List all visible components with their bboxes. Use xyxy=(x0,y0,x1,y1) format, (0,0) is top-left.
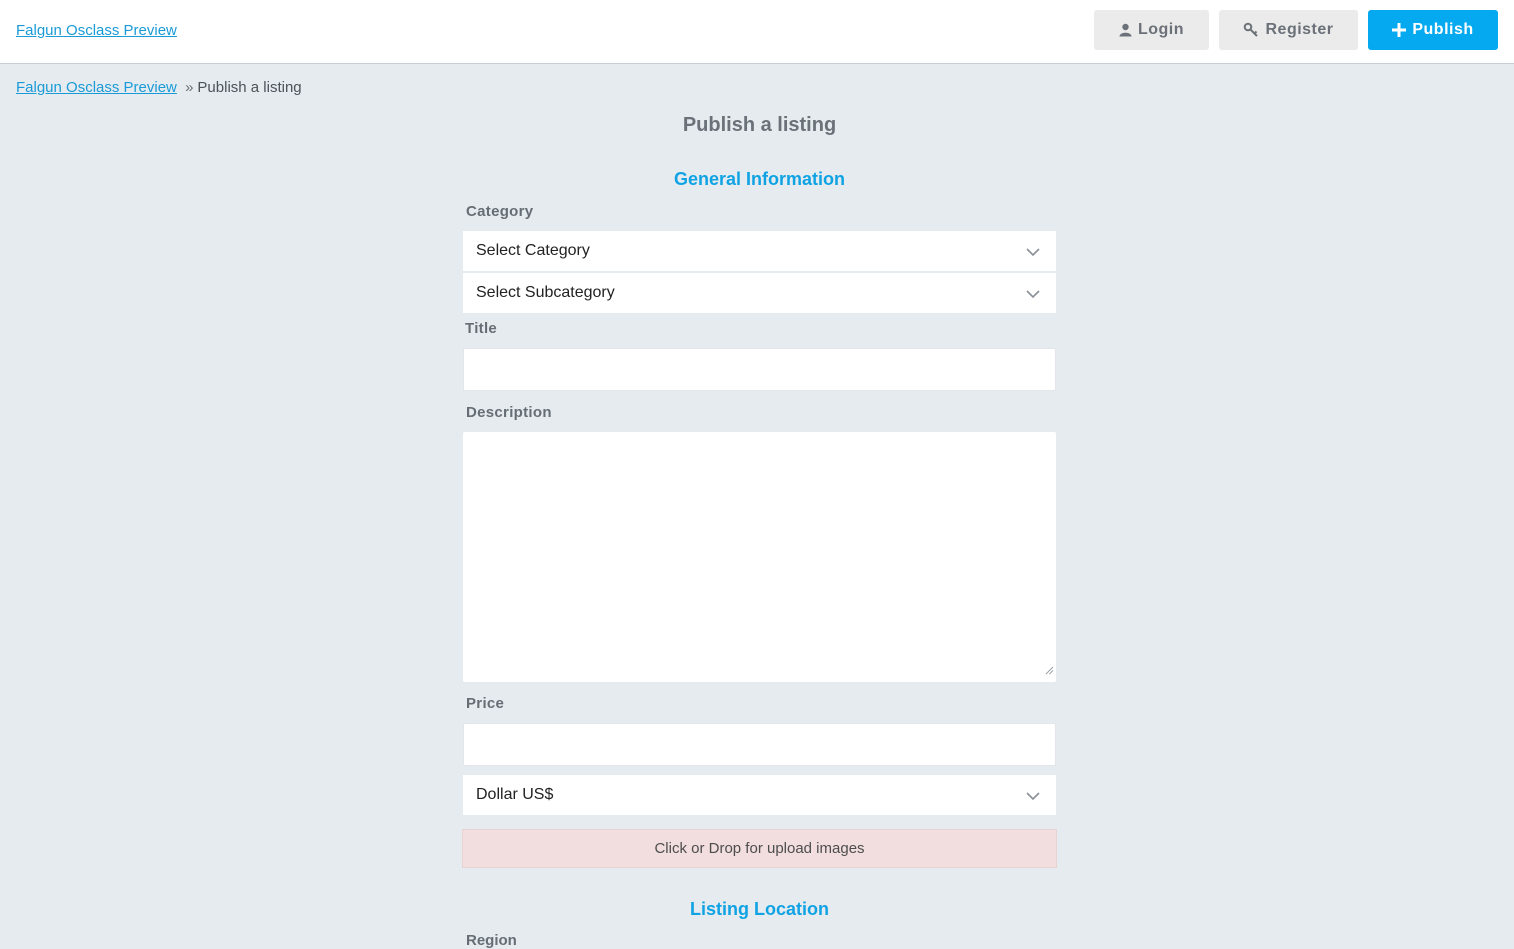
login-label: Login xyxy=(1137,21,1185,38)
plus-icon xyxy=(1392,23,1407,37)
breadcrumb-current: Publish a listing xyxy=(197,79,302,96)
brand-link[interactable]: Falgun Osclass Preview xyxy=(16,22,177,39)
description-textarea[interactable] xyxy=(463,432,1056,682)
chevron-down-icon xyxy=(1026,286,1040,304)
price-label: Price xyxy=(466,695,505,712)
key-icon xyxy=(1243,22,1259,38)
chevron-down-icon xyxy=(1026,244,1040,262)
general-information-heading: General Information xyxy=(673,169,846,189)
region-label: Region xyxy=(466,932,517,949)
user-icon xyxy=(1119,23,1132,37)
register-button[interactable]: Register xyxy=(1219,10,1358,50)
login-button[interactable]: Login xyxy=(1094,10,1209,50)
listing-location-heading: Listing Location xyxy=(690,899,829,919)
currency-select[interactable]: Dollar US$ xyxy=(463,775,1056,815)
subcategory-select-value: Select Subcategory xyxy=(476,284,615,301)
breadcrumb-home-link[interactable]: Falgun Osclass Preview xyxy=(16,79,177,96)
price-input[interactable] xyxy=(463,723,1056,766)
upload-text: Click or Drop for upload images xyxy=(654,840,865,857)
breadcrumb-separator: » xyxy=(185,79,194,96)
subcategory-select[interactable]: Select Subcategory xyxy=(463,273,1056,313)
title-input[interactable] xyxy=(463,348,1056,391)
resize-handle-icon[interactable] xyxy=(1045,662,1054,680)
category-select[interactable]: Select Category xyxy=(463,231,1056,271)
chevron-down-icon xyxy=(1026,788,1040,806)
category-label: Category xyxy=(466,203,534,220)
publish-label: Publish xyxy=(1412,21,1474,38)
description-label: Description xyxy=(466,404,552,421)
top-header: Falgun Osclass Preview Login Register Pu… xyxy=(0,0,1514,64)
image-upload-dropzone[interactable]: Click or Drop for upload images xyxy=(462,829,1057,868)
page-title: Publish a listing xyxy=(682,114,837,136)
category-select-value: Select Category xyxy=(476,242,590,259)
register-label: Register xyxy=(1265,21,1334,38)
currency-select-value: Dollar US$ xyxy=(476,786,554,803)
publish-button[interactable]: Publish xyxy=(1368,10,1498,50)
breadcrumb: Falgun Osclass Preview » Publish a listin… xyxy=(16,79,302,96)
title-label: Title xyxy=(465,320,498,337)
